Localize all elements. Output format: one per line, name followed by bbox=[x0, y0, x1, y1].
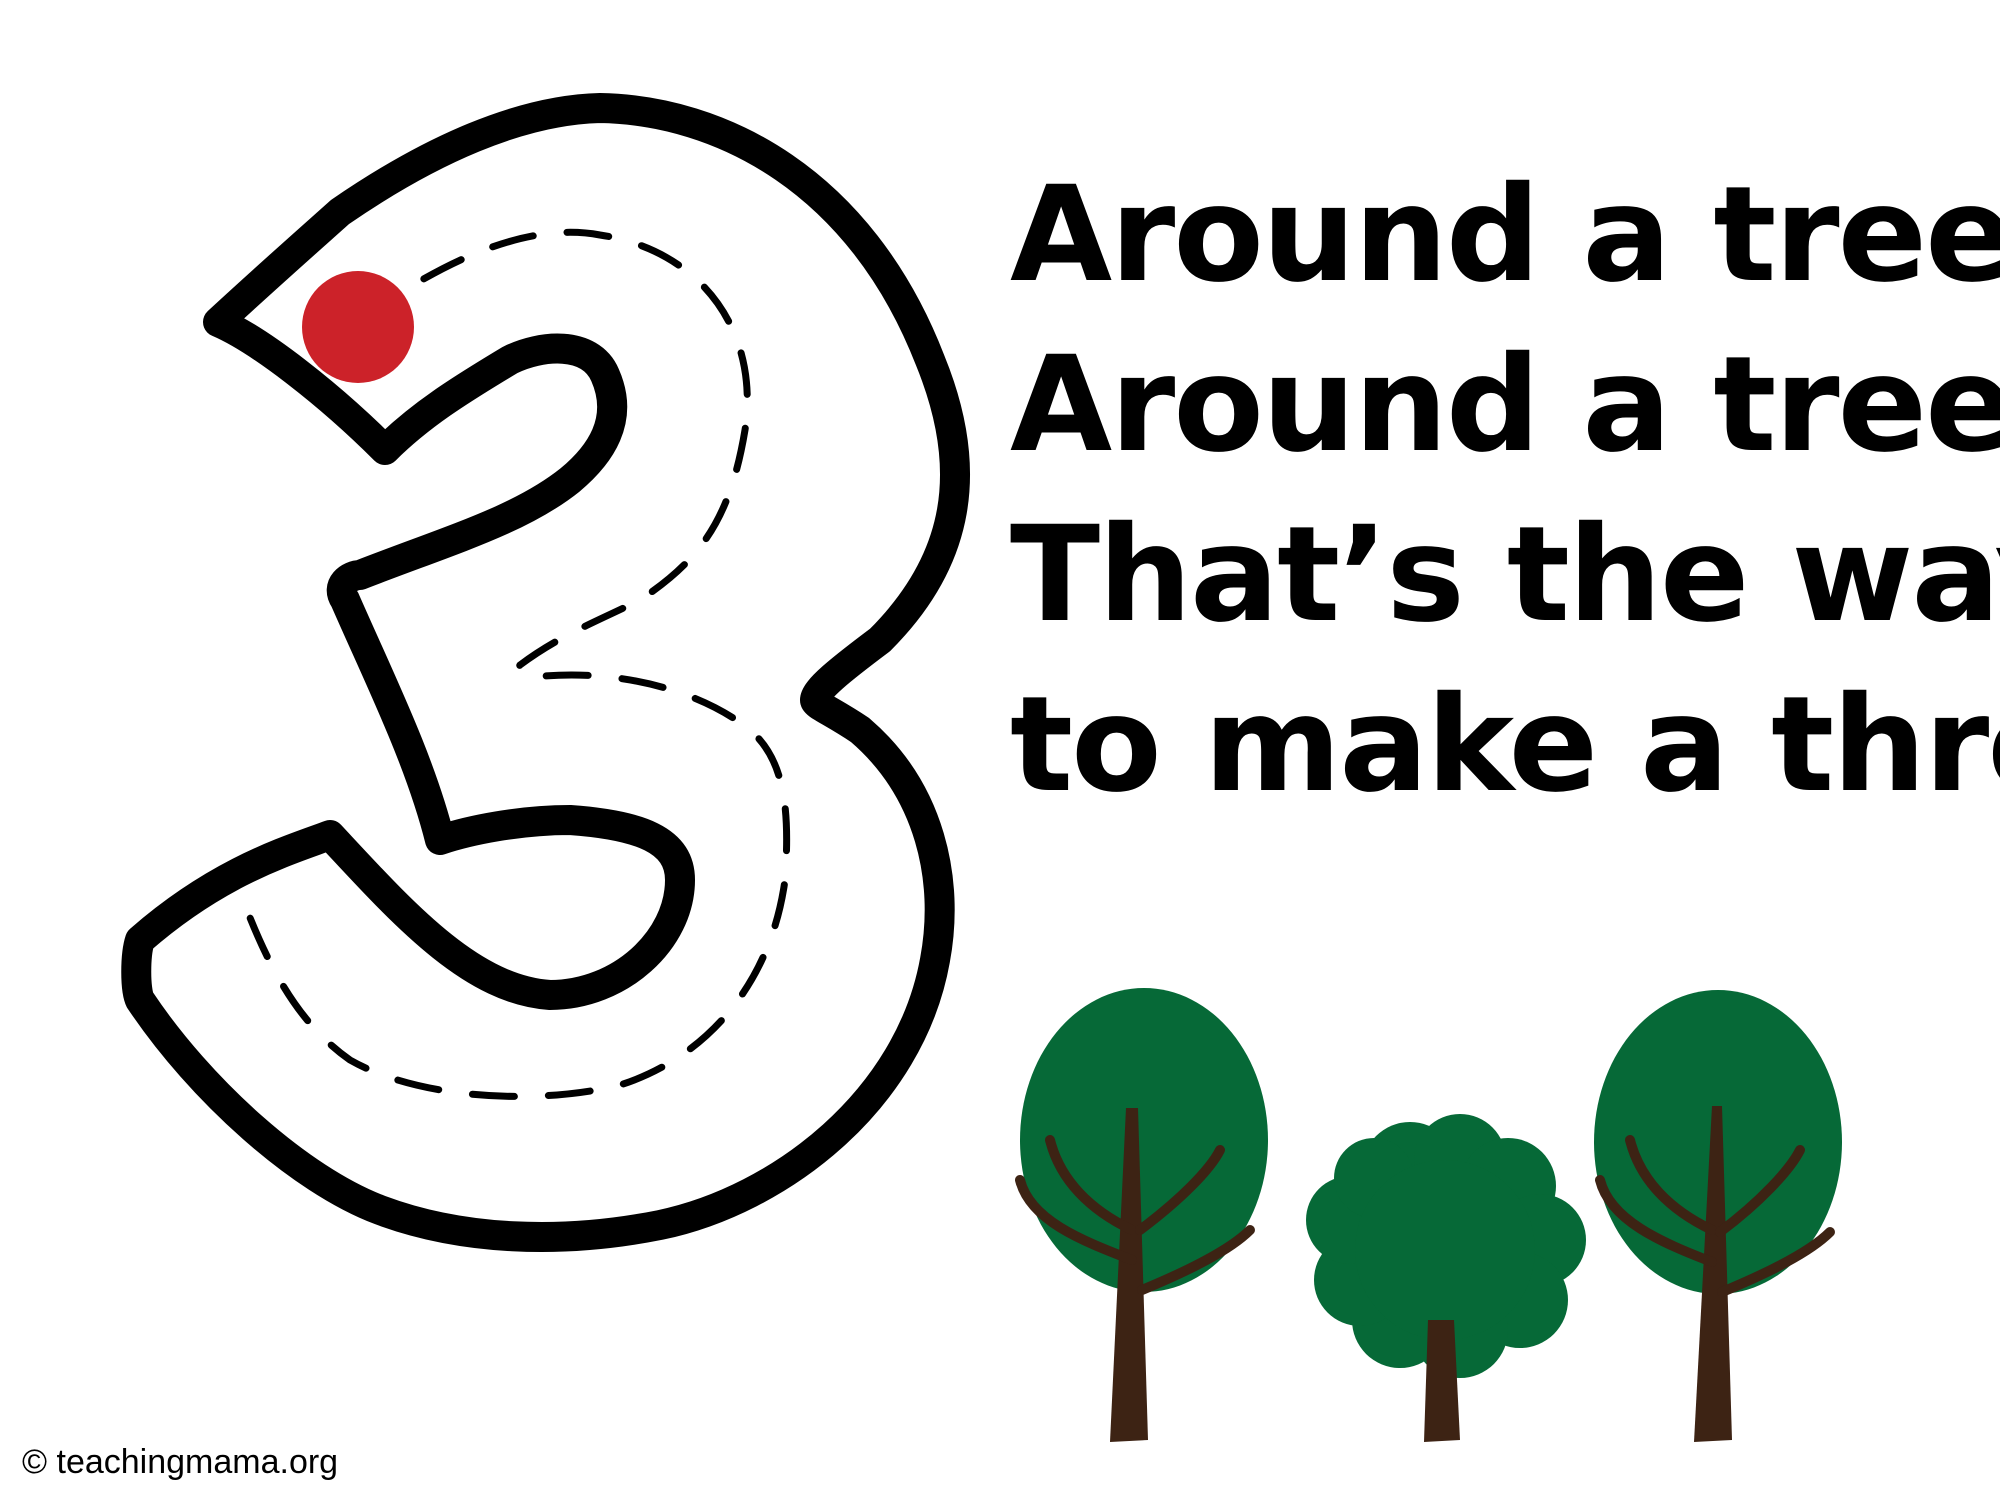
rhyme-line-4: to make a three! bbox=[1010, 668, 2000, 822]
tree-middle bbox=[1306, 1114, 1586, 1442]
start-dot bbox=[302, 271, 414, 383]
rhyme-line-2: Around a tree. bbox=[1010, 328, 2000, 482]
tree-left bbox=[1015, 988, 1268, 1442]
worksheet-page: Around a tree, Around a tree. That’s the… bbox=[0, 0, 2000, 1500]
rhyme-line-1: Around a tree, bbox=[1010, 158, 2000, 312]
tree-right bbox=[1594, 990, 1842, 1442]
tracing-rhyme: Around a tree, Around a tree. That’s the… bbox=[1010, 150, 2000, 830]
copyright-notice: © teachingmama.org bbox=[22, 1443, 339, 1481]
rhyme-line-3: That’s the way bbox=[1010, 498, 2000, 652]
